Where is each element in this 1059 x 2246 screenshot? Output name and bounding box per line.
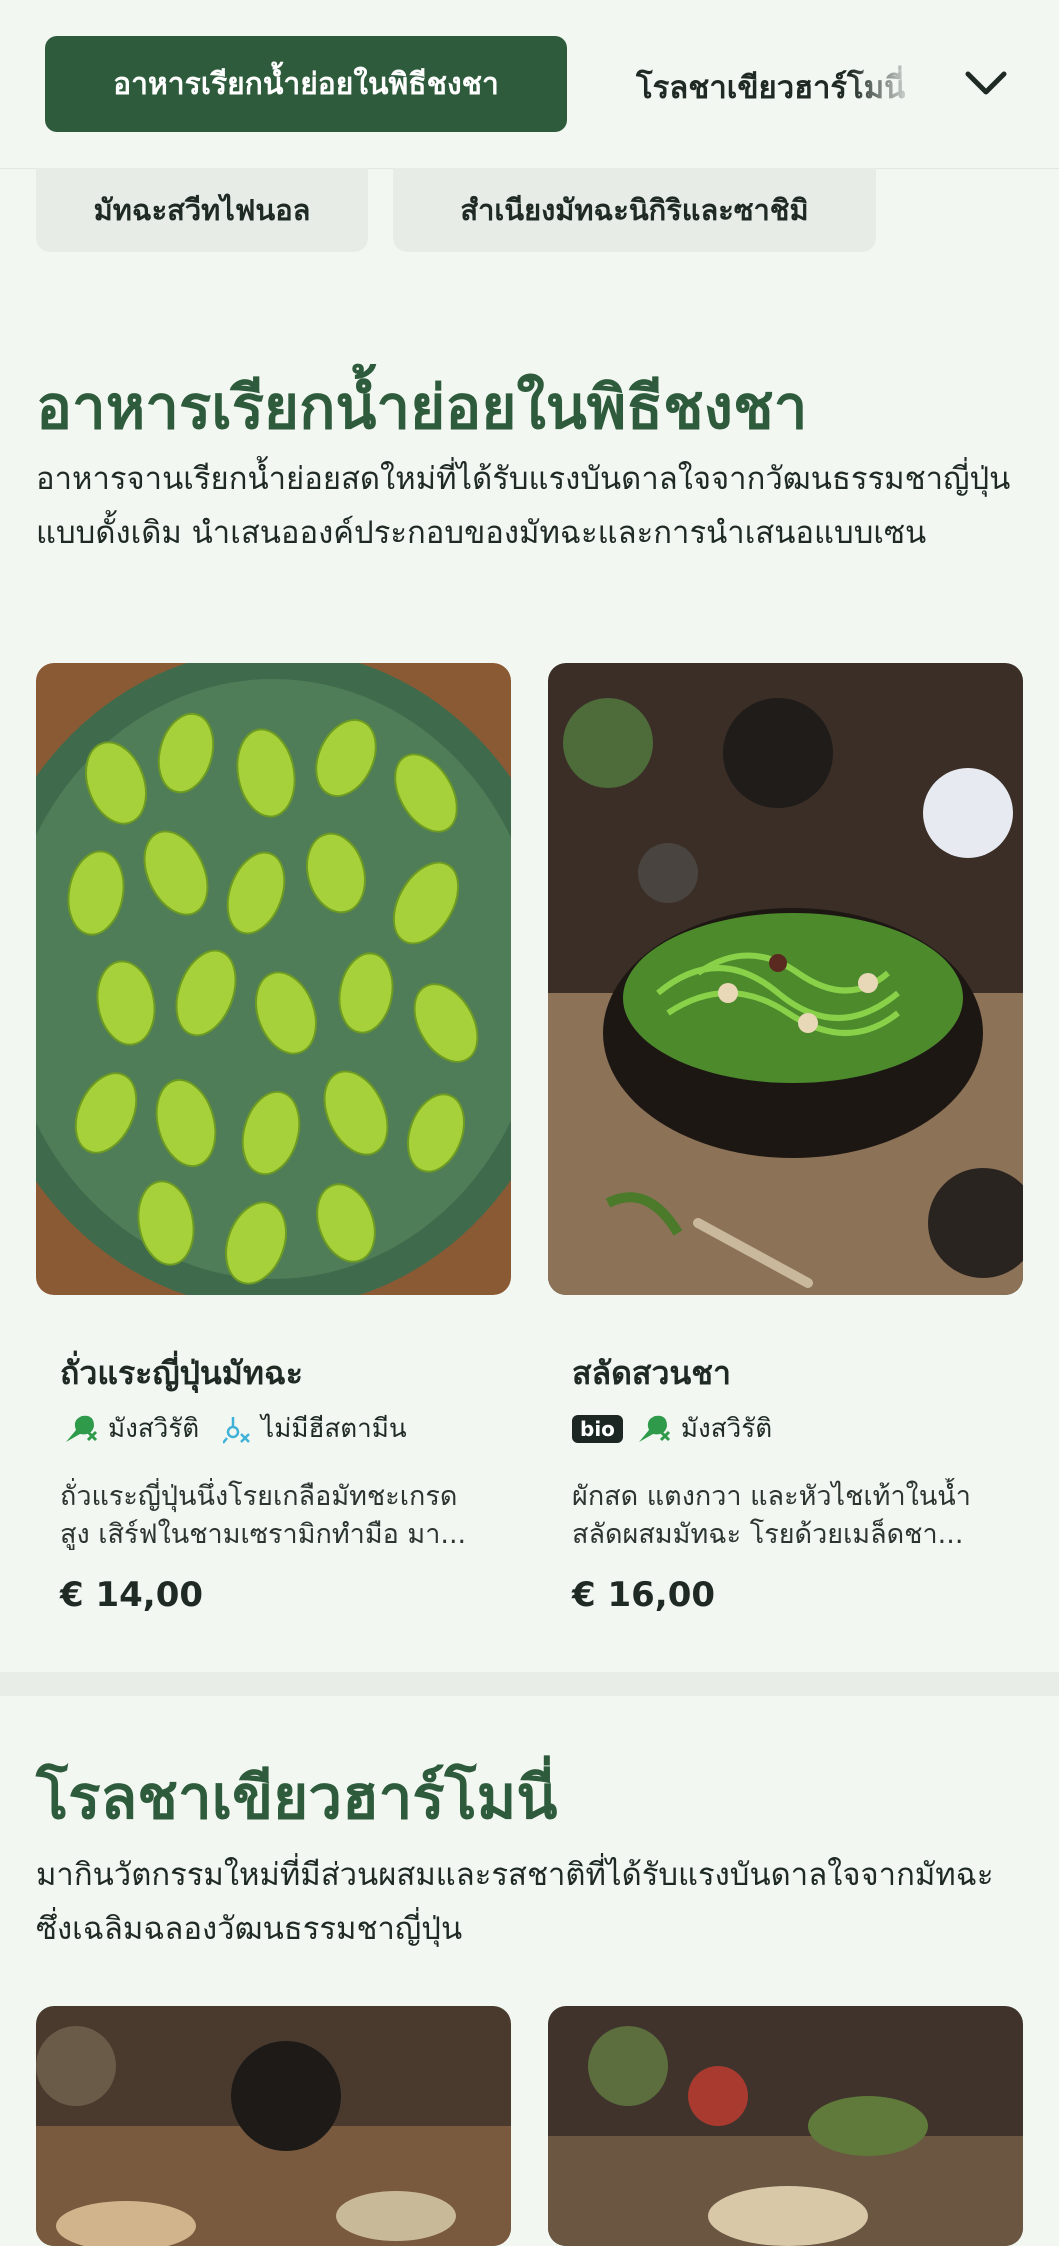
section-title-green-tea-rolls: โรลชาเขียวฮาร์โมนี่ (36, 1763, 558, 1833)
dish-price: € 14,00 (60, 1575, 204, 1615)
chip-matcha-nigiri-sashimi[interactable]: สำเนียงมัทฉะนิกิริและซาชิมิ (393, 168, 876, 252)
dish-image-tea-garden-salad[interactable] (548, 663, 1023, 1295)
dish-tags: bio มังสวิรัติ (572, 1408, 772, 1449)
chip-matcha-sweet-finale[interactable]: มัทฉะสวีทไฟนอล (36, 168, 368, 252)
histamine-free-icon (223, 1416, 251, 1444)
section-description-appetizers: อาหารจานเรียกน้ำย่อยสดใหม่ที่ได้รับแรงบั… (36, 461, 1011, 551)
chevron-down-icon[interactable] (962, 60, 1010, 108)
dish-image-roll-2[interactable] (548, 2006, 1023, 2246)
tab-green-tea-rolls[interactable]: โรลชาเขียวฮาร์โมนี่ (636, 62, 920, 108)
section-description-green-tea-rolls: มากินวัตกรรมใหม่ที่มีส่วนผสมและรสชาติที่… (36, 1857, 994, 1947)
dish-description: ถั่วแระญี่ปุ่นนึ่งโรยเกลือมัทชะเกรด สูง … (60, 1481, 467, 1550)
dish-tags: มังสวิรัติ ไม่มีฮีสตามีน (60, 1408, 407, 1449)
dish-image-edamame[interactable] (36, 663, 511, 1295)
dish-name: สลัดสวนชา (572, 1354, 731, 1392)
drumstick-crossed-icon (66, 1415, 98, 1442)
dish-description: ผักสด แตงกวา และหัวไชเท้าในน้ำ สลัดผสมมั… (572, 1481, 971, 1550)
dish-image-roll-1[interactable] (36, 2006, 511, 2246)
dish-price: € 16,00 (572, 1575, 716, 1615)
section-title-appetizers: อาหารเรียกน้ำย่อยในพิธีชงชา (36, 373, 808, 443)
tag-label: มังสวิรัติ (108, 1414, 200, 1444)
category-nav: อาหารเรียกน้ำย่อยในพิธีชงชา โรลชาเขียวฮา… (0, 0, 1059, 169)
dish-name: ถั่วแระญี่ปุ่นมัทฉะ (60, 1354, 303, 1392)
tag-label: ไม่มีฮีสตามีน (261, 1414, 407, 1444)
section-divider (0, 1672, 1059, 1696)
tab-appetizers[interactable]: อาหารเรียกน้ำย่อยในพิธีชงชา (45, 36, 567, 132)
tag-label: มังสวิรัติ (680, 1414, 773, 1444)
drumstick-crossed-icon (638, 1415, 670, 1442)
bio-badge: bio (572, 1414, 623, 1443)
